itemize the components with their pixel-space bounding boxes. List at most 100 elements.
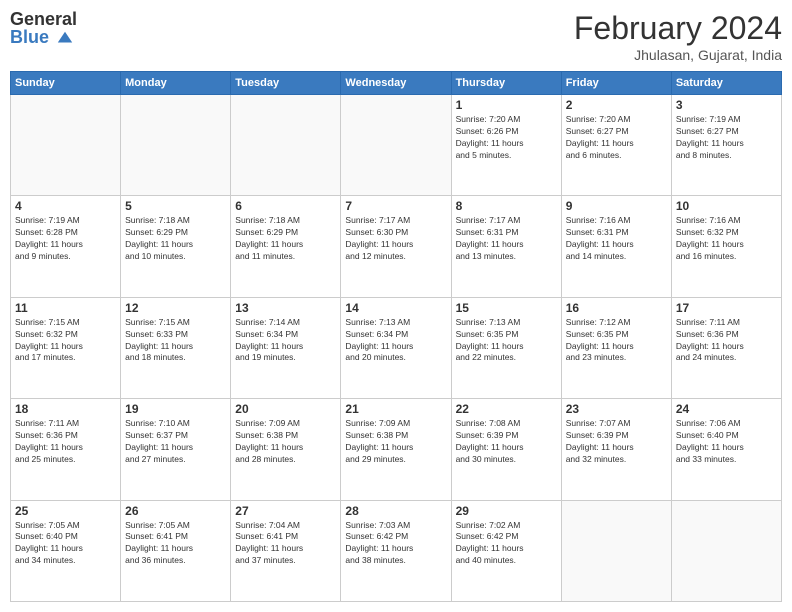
day-number: 16 bbox=[566, 301, 667, 315]
calendar-cell: 2Sunrise: 7:20 AMSunset: 6:27 PMDaylight… bbox=[561, 95, 671, 196]
day-info: Sunrise: 7:04 AMSunset: 6:41 PMDaylight:… bbox=[235, 520, 336, 568]
day-number: 22 bbox=[456, 402, 557, 416]
calendar-cell: 5 Sunrise: 7:18 AMSunset: 6:29 PMDaylight… bbox=[121, 196, 231, 297]
day-number: 5 bbox=[125, 199, 226, 213]
page-subtitle: Jhulasan, Gujarat, India bbox=[574, 47, 782, 63]
calendar-cell: 9 Sunrise: 7:16 AMSunset: 6:31 PMDaylight… bbox=[561, 196, 671, 297]
calendar-week-row: 18 Sunrise: 7:11 AMSunset: 6:36 PMDayligh… bbox=[11, 399, 782, 500]
calendar-day-header: Tuesday bbox=[231, 72, 341, 95]
title-block: February 2024 Jhulasan, Gujarat, India bbox=[574, 10, 782, 63]
day-info: Sunrise: 7:14 AMSunset: 6:34 PMDaylight:… bbox=[235, 317, 336, 365]
logo-text: General Blue bbox=[10, 10, 77, 47]
day-number: 9 bbox=[566, 199, 667, 213]
day-number: 2 bbox=[566, 98, 667, 112]
calendar-cell: 13 Sunrise: 7:14 AMSunset: 6:34 PMDayligh… bbox=[231, 297, 341, 398]
calendar-day-header: Monday bbox=[121, 72, 231, 95]
day-number: 18 bbox=[15, 402, 116, 416]
calendar-cell: 1 Sunrise: 7:20 AMSunset: 6:26 PMDaylight… bbox=[451, 95, 561, 196]
calendar-cell: 17 Sunrise: 7:11 AMSunset: 6:36 PMDayligh… bbox=[671, 297, 781, 398]
day-info: Sunrise: 7:07 AMSunset: 6:39 PMDaylight:… bbox=[566, 418, 667, 466]
calendar-cell: 4 Sunrise: 7:19 AMSunset: 6:28 PMDaylight… bbox=[11, 196, 121, 297]
day-number: 8 bbox=[456, 199, 557, 213]
day-info: Sunrise: 7:06 AMSunset: 6:40 PMDaylight:… bbox=[676, 418, 777, 466]
calendar-header-row: SundayMondayTuesdayWednesdayThursdayFrid… bbox=[11, 72, 782, 95]
day-number: 21 bbox=[345, 402, 446, 416]
calendar-cell bbox=[121, 95, 231, 196]
calendar-cell: 6 Sunrise: 7:18 AMSunset: 6:29 PMDaylight… bbox=[231, 196, 341, 297]
header: General Blue February 2024 Jhulasan, Guj… bbox=[10, 10, 782, 63]
day-number: 27 bbox=[235, 504, 336, 518]
calendar-day-header: Friday bbox=[561, 72, 671, 95]
calendar-cell: 3 Sunrise: 7:19 AMSunset: 6:27 PMDaylight… bbox=[671, 95, 781, 196]
day-number: 15 bbox=[456, 301, 557, 315]
calendar-week-row: 11Sunrise: 7:15 AMSunset: 6:32 PMDayligh… bbox=[11, 297, 782, 398]
day-number: 24 bbox=[676, 402, 777, 416]
day-info: Sunrise: 7:09 AMSunset: 6:38 PMDaylight:… bbox=[345, 418, 446, 466]
day-info: Sunrise: 7:17 AMSunset: 6:30 PMDaylight:… bbox=[345, 215, 446, 263]
day-info: Sunrise: 7:19 AMSunset: 6:28 PMDaylight:… bbox=[15, 215, 116, 263]
day-info: Sunrise: 7:16 AMSunset: 6:32 PMDaylight:… bbox=[676, 215, 777, 263]
page: General Blue February 2024 Jhulasan, Guj… bbox=[0, 0, 792, 612]
day-info: Sunrise: 7:17 AMSunset: 6:31 PMDaylight:… bbox=[456, 215, 557, 263]
day-info: Sunrise: 7:10 AMSunset: 6:37 PMDaylight:… bbox=[125, 418, 226, 466]
day-info: Sunrise: 7:11 AMSunset: 6:36 PMDaylight:… bbox=[676, 317, 777, 365]
logo-general: General bbox=[10, 10, 77, 28]
calendar-cell: 10 Sunrise: 7:16 AMSunset: 6:32 PMDayligh… bbox=[671, 196, 781, 297]
calendar-cell: 16 Sunrise: 7:12 AMSunset: 6:35 PMDayligh… bbox=[561, 297, 671, 398]
calendar-day-header: Saturday bbox=[671, 72, 781, 95]
calendar-cell: 15 Sunrise: 7:13 AMSunset: 6:35 PMDayligh… bbox=[451, 297, 561, 398]
calendar-cell: 22 Sunrise: 7:08 AMSunset: 6:39 PMDayligh… bbox=[451, 399, 561, 500]
day-number: 26 bbox=[125, 504, 226, 518]
day-number: 20 bbox=[235, 402, 336, 416]
calendar-cell bbox=[341, 95, 451, 196]
calendar-cell: 7Sunrise: 7:17 AMSunset: 6:30 PMDaylight… bbox=[341, 196, 451, 297]
calendar-cell: 27 Sunrise: 7:04 AMSunset: 6:41 PMDayligh… bbox=[231, 500, 341, 601]
calendar-week-row: 1 Sunrise: 7:20 AMSunset: 6:26 PMDaylight… bbox=[11, 95, 782, 196]
day-number: 10 bbox=[676, 199, 777, 213]
day-number: 1 bbox=[456, 98, 557, 112]
calendar-cell: 28 Sunrise: 7:03 AMSunset: 6:42 PMDayligh… bbox=[341, 500, 451, 601]
calendar-cell: 25 Sunrise: 7:05 AMSunset: 6:40 PMDayligh… bbox=[11, 500, 121, 601]
day-number: 13 bbox=[235, 301, 336, 315]
day-number: 3 bbox=[676, 98, 777, 112]
day-info: Sunrise: 7:12 AMSunset: 6:35 PMDaylight:… bbox=[566, 317, 667, 365]
day-info: Sunrise: 7:19 AMSunset: 6:27 PMDaylight:… bbox=[676, 114, 777, 162]
day-number: 4 bbox=[15, 199, 116, 213]
day-number: 11 bbox=[15, 301, 116, 315]
day-info: Sunrise: 7:08 AMSunset: 6:39 PMDaylight:… bbox=[456, 418, 557, 466]
day-info: Sunrise: 7:05 AMSunset: 6:40 PMDaylight:… bbox=[15, 520, 116, 568]
day-info: Sunrise: 7:11 AMSunset: 6:36 PMDaylight:… bbox=[15, 418, 116, 466]
calendar-cell: 18 Sunrise: 7:11 AMSunset: 6:36 PMDayligh… bbox=[11, 399, 121, 500]
day-info: Sunrise: 7:13 AMSunset: 6:35 PMDaylight:… bbox=[456, 317, 557, 365]
calendar-cell bbox=[561, 500, 671, 601]
calendar-week-row: 4 Sunrise: 7:19 AMSunset: 6:28 PMDaylight… bbox=[11, 196, 782, 297]
calendar-cell: 8 Sunrise: 7:17 AMSunset: 6:31 PMDaylight… bbox=[451, 196, 561, 297]
day-info: Sunrise: 7:20 AMSunset: 6:26 PMDaylight:… bbox=[456, 114, 557, 162]
day-info: Sunrise: 7:16 AMSunset: 6:31 PMDaylight:… bbox=[566, 215, 667, 263]
day-info: Sunrise: 7:15 AMSunset: 6:33 PMDaylight:… bbox=[125, 317, 226, 365]
day-number: 28 bbox=[345, 504, 446, 518]
day-number: 14 bbox=[345, 301, 446, 315]
day-info: Sunrise: 7:03 AMSunset: 6:42 PMDaylight:… bbox=[345, 520, 446, 568]
calendar-cell: 21 Sunrise: 7:09 AMSunset: 6:38 PMDayligh… bbox=[341, 399, 451, 500]
calendar-cell: 11Sunrise: 7:15 AMSunset: 6:32 PMDayligh… bbox=[11, 297, 121, 398]
calendar-cell: 24 Sunrise: 7:06 AMSunset: 6:40 PMDayligh… bbox=[671, 399, 781, 500]
day-number: 17 bbox=[676, 301, 777, 315]
calendar-day-header: Sunday bbox=[11, 72, 121, 95]
day-info: Sunrise: 7:05 AMSunset: 6:41 PMDaylight:… bbox=[125, 520, 226, 568]
logo: General Blue bbox=[10, 10, 77, 47]
calendar-day-header: Wednesday bbox=[341, 72, 451, 95]
calendar-cell: 12Sunrise: 7:15 AMSunset: 6:33 PMDayligh… bbox=[121, 297, 231, 398]
calendar-cell bbox=[231, 95, 341, 196]
calendar-cell: 23 Sunrise: 7:07 AMSunset: 6:39 PMDayligh… bbox=[561, 399, 671, 500]
day-number: 6 bbox=[235, 199, 336, 213]
logo-blue: Blue bbox=[10, 28, 77, 47]
day-number: 25 bbox=[15, 504, 116, 518]
day-info: Sunrise: 7:09 AMSunset: 6:38 PMDaylight:… bbox=[235, 418, 336, 466]
logo-icon bbox=[56, 29, 74, 47]
day-info: Sunrise: 7:18 AMSunset: 6:29 PMDaylight:… bbox=[235, 215, 336, 263]
day-info: Sunrise: 7:18 AMSunset: 6:29 PMDaylight:… bbox=[125, 215, 226, 263]
calendar-cell bbox=[11, 95, 121, 196]
day-info: Sunrise: 7:02 AMSunset: 6:42 PMDaylight:… bbox=[456, 520, 557, 568]
day-number: 23 bbox=[566, 402, 667, 416]
